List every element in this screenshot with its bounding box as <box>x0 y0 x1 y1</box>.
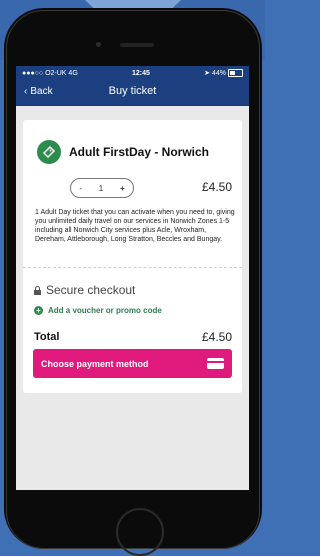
secure-checkout-label: Secure checkout <box>46 283 136 297</box>
battery-percent: 44% <box>211 69 226 77</box>
increment-button[interactable]: + <box>120 184 125 193</box>
add-voucher-link[interactable]: + Add a voucher or promo code <box>34 306 162 315</box>
voucher-label: Add a voucher or promo code <box>48 306 162 315</box>
camera <box>96 42 101 47</box>
quantity-value: 1 <box>98 183 104 193</box>
quantity-stepper: - 1 + <box>70 178 134 198</box>
nav-bar: ‹ Back Buy ticket <box>16 80 249 106</box>
plus-circle-icon: + <box>34 306 43 315</box>
battery-group: ➤ 44% <box>204 69 243 77</box>
divider <box>23 267 242 268</box>
speaker <box>120 43 154 47</box>
choose-payment-button[interactable]: Choose payment method <box>33 349 232 378</box>
location-icon: ➤ <box>204 70 210 77</box>
ticket-name: Adult FirstDay - Norwich <box>69 145 210 159</box>
ticket-icon <box>37 140 61 164</box>
credit-card-icon <box>207 358 224 369</box>
status-bar: ●●●○○ O2-UK 4G 12:45 ➤ 44% <box>16 66 249 80</box>
ticket-card: Adult FirstDay - Norwich - 1 + £4.50 1 A… <box>23 120 242 393</box>
content-area: Adult FirstDay - Norwich - 1 + £4.50 1 A… <box>16 106 249 490</box>
lock-icon <box>34 285 41 295</box>
ticket-price: £4.50 <box>201 180 232 194</box>
decrement-button[interactable]: - <box>79 184 82 193</box>
payment-button-label: Choose payment method <box>41 358 149 369</box>
total-label: Total <box>34 331 60 343</box>
total-amount: £4.50 <box>201 330 232 344</box>
page-title: Buy ticket <box>108 85 157 97</box>
app-screen: ●●●○○ O2-UK 4G 12:45 ➤ 44% ‹ Back Buy ti… <box>16 66 249 490</box>
carrier-text: ●●●○○ O2-UK 4G <box>22 69 78 77</box>
ticket-description: 1 Adult Day ticket that you can activate… <box>35 209 235 243</box>
clock: 12:45 <box>131 69 150 77</box>
ticket-header: Adult FirstDay - Norwich <box>37 140 209 164</box>
battery-icon <box>228 69 243 77</box>
secure-checkout-heading: Secure checkout <box>34 283 135 297</box>
